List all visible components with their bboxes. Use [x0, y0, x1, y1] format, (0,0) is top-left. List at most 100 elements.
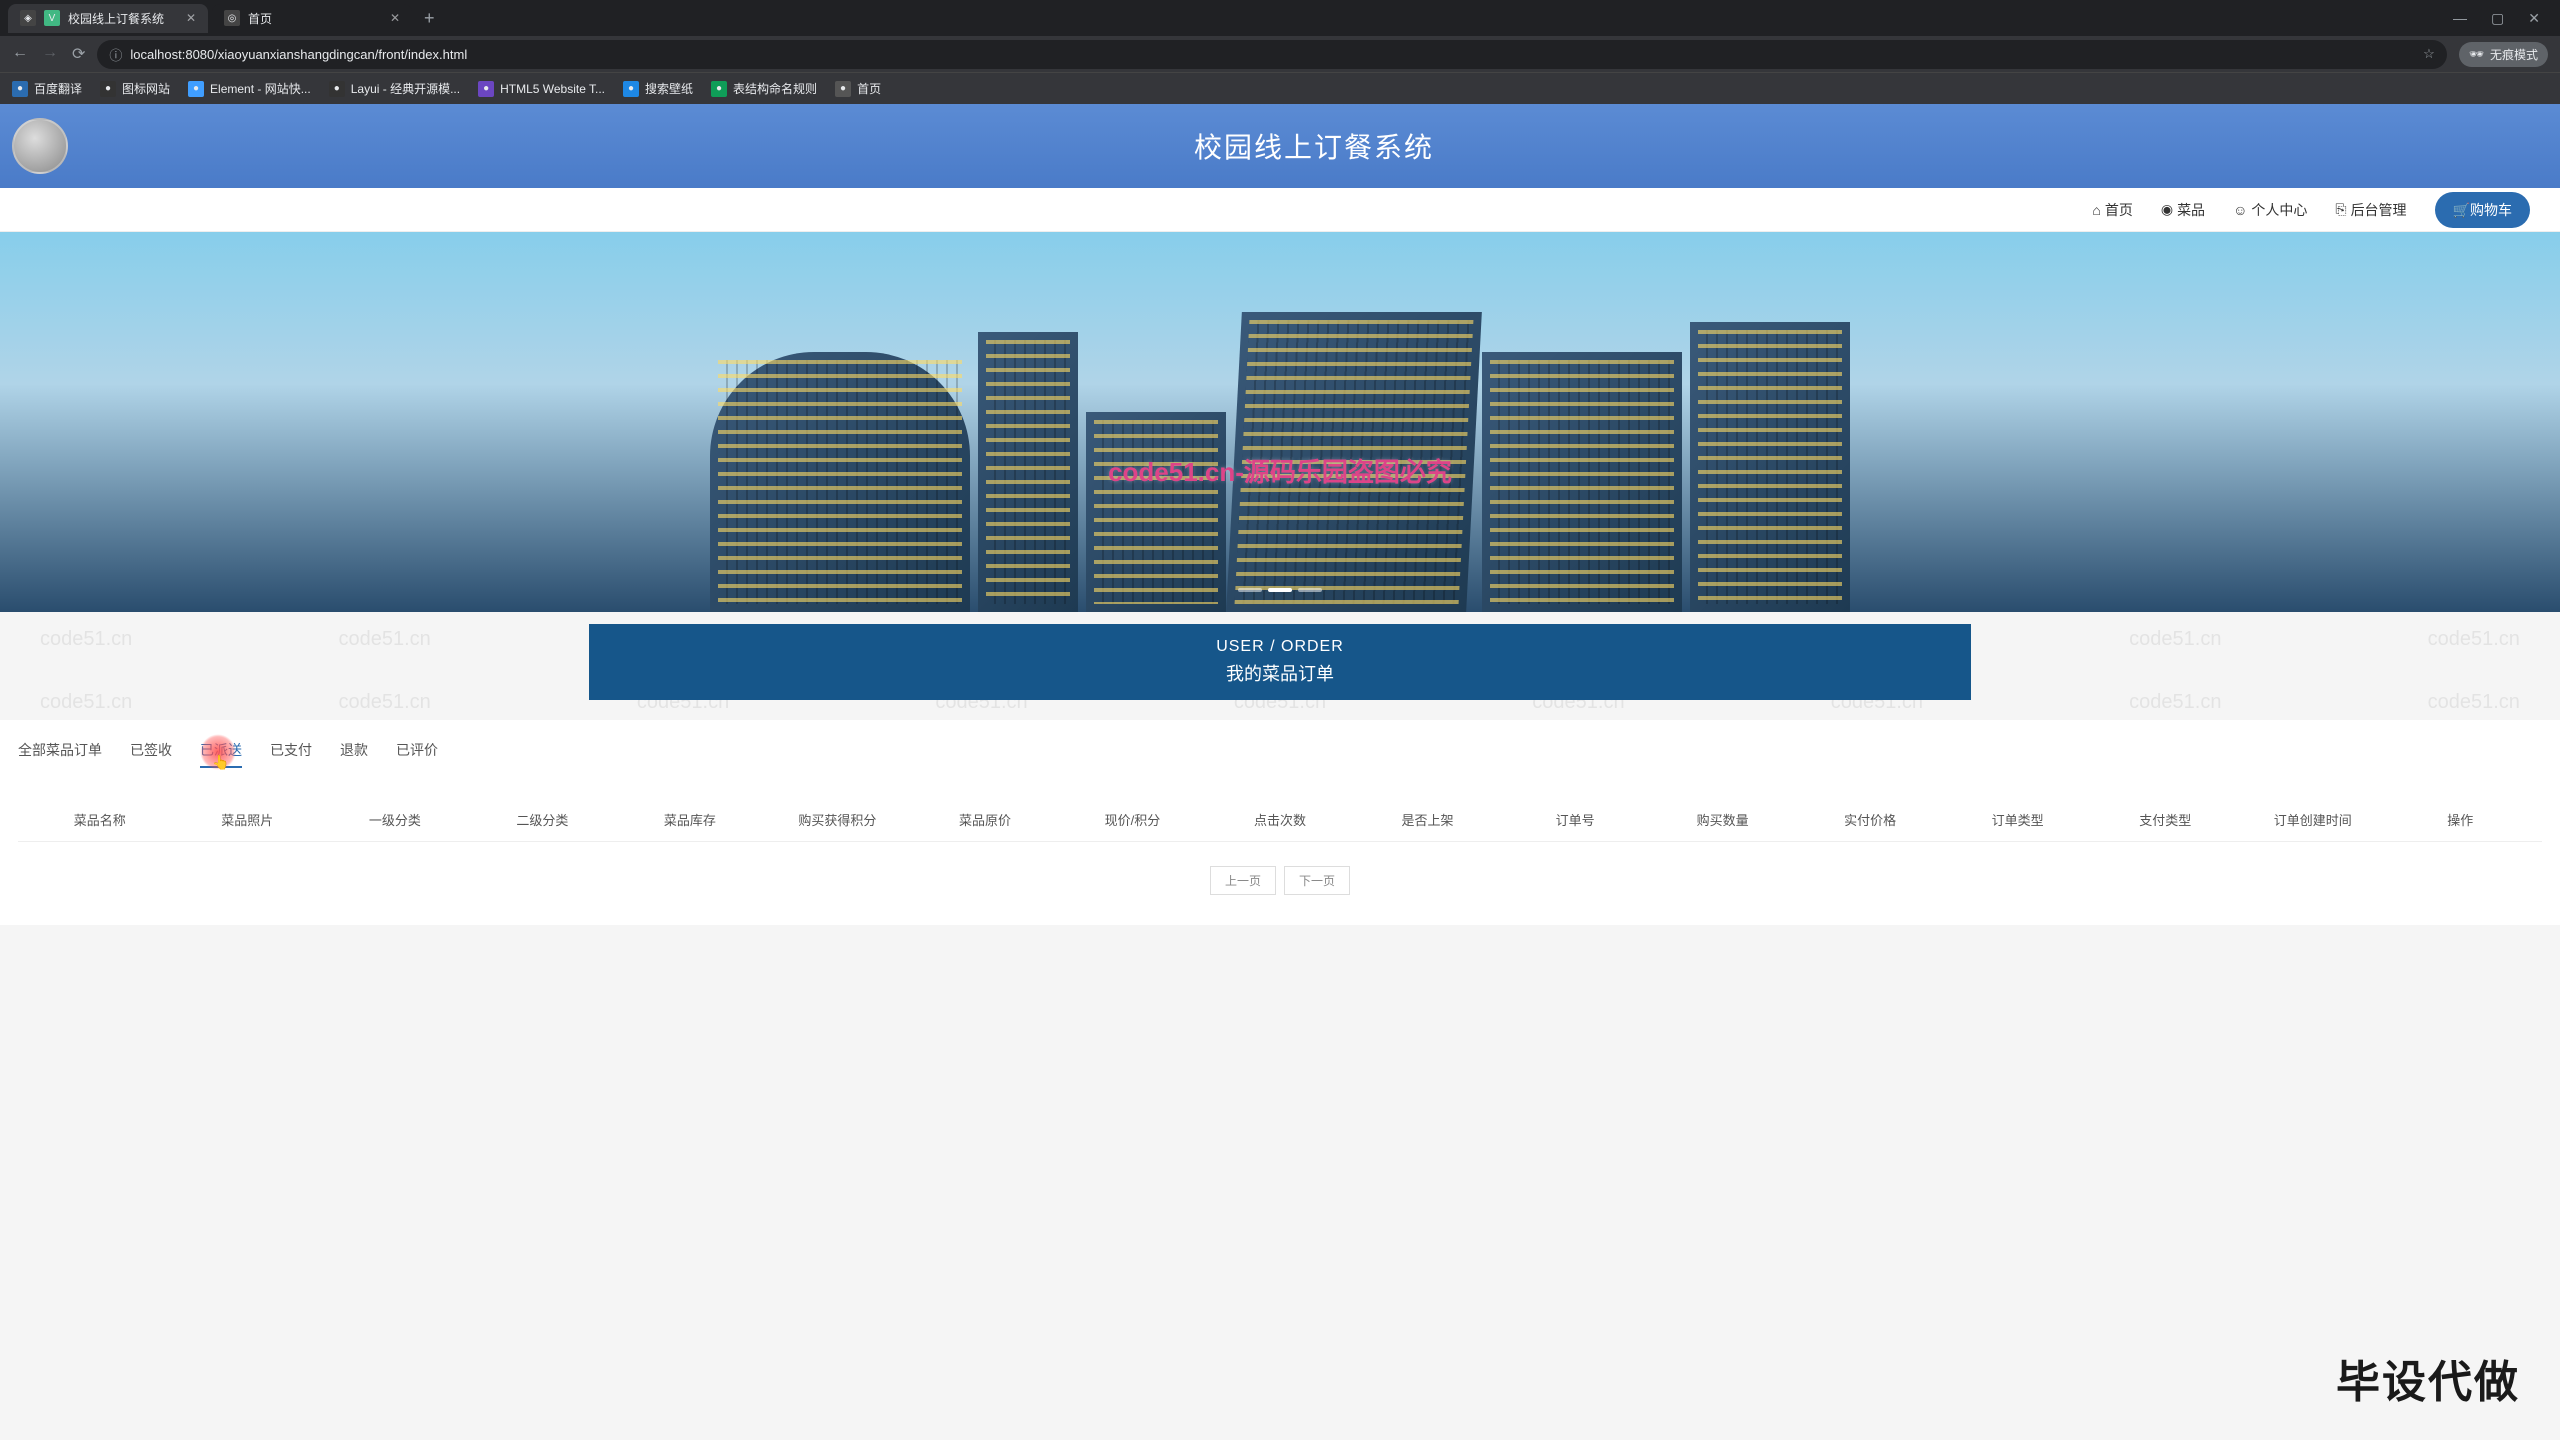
section-title-en: USER / ORDER [603, 638, 1957, 656]
nav-link[interactable]: ⌂ 首页 [2092, 200, 2132, 220]
browser-tab-active[interactable]: ◈ V 校园线上订餐系统 ✕ [8, 4, 208, 33]
bookmark-label: 搜索壁纸 [645, 80, 693, 97]
nav-link-icon: ⌂ [2092, 202, 2100, 218]
tab-bar: ◈ V 校园线上订餐系统 ✕ ◎ 首页 ✕ + ― ▢ ✕ [0, 0, 2560, 36]
carousel-dots [1238, 588, 1322, 592]
bookmark-label: HTML5 Website T... [500, 82, 605, 96]
corner-watermark: 毕设代做 [2336, 1346, 2520, 1410]
filter-tabs: 全部菜品订单已签收已派送已支付退款已评价 [18, 740, 2542, 768]
nav-link-icon: ☺ [2233, 202, 2247, 218]
section-title-cn: 我的菜品订单 [603, 660, 1957, 686]
next-page-button[interactable]: 下一页 [1284, 866, 1350, 895]
bookmark-favicon-icon: ● [478, 81, 494, 97]
table-header-cell: 一级分类 [321, 810, 469, 829]
close-icon[interactable]: ✕ [390, 11, 400, 25]
cart-button[interactable]: 🛒购物车 [2435, 192, 2530, 228]
bookmark-label: Layui - 经典开源模... [351, 80, 460, 97]
filter-tab[interactable]: 已签收 [130, 740, 172, 768]
table-header-cell: 订单号 [1501, 810, 1649, 829]
reload-icon[interactable]: ⟳ [72, 44, 85, 64]
tab-title: 首页 [248, 10, 272, 27]
close-icon[interactable]: ✕ [186, 11, 196, 25]
nav-link-label: 首页 [2105, 200, 2133, 220]
bookmark-item[interactable]: ●百度翻译 [12, 80, 82, 97]
nav-link-label: 后台管理 [2351, 200, 2407, 220]
carousel-dot[interactable] [1298, 588, 1322, 592]
nav-link[interactable]: ◉菜品 [2161, 200, 2205, 220]
close-window-icon[interactable]: ✕ [2528, 10, 2540, 27]
bookmark-label: 图标网站 [122, 80, 170, 97]
table-header-cell: 订单创建时间 [2239, 810, 2387, 829]
bookmark-item[interactable]: ●Element - 网站快... [188, 80, 311, 97]
tab-title: 校园线上订餐系统 [68, 10, 164, 27]
bookmark-label: 首页 [857, 80, 881, 97]
nav-icons: ← → ⟳ [12, 44, 85, 64]
hero-banner: code51.cn-源码乐园盗图必究 [0, 232, 2560, 612]
table-header-cell: 购买数量 [1649, 810, 1797, 829]
bookmark-favicon-icon: ● [188, 81, 204, 97]
incognito-badge[interactable]: 🕶 无痕模式 [2459, 42, 2548, 67]
nav-link[interactable]: ⎘ 后台管理 [2335, 200, 2406, 220]
filter-tab[interactable]: 已派送 [200, 740, 242, 768]
maximize-icon[interactable]: ▢ [2491, 10, 2504, 27]
bookmark-favicon-icon: ● [623, 81, 639, 97]
table-header-cell: 实付价格 [1796, 810, 1944, 829]
forward-icon[interactable]: → [42, 44, 58, 64]
minimize-icon[interactable]: ― [2453, 10, 2467, 27]
bookmark-favicon-icon: ● [711, 81, 727, 97]
hero-watermark-text: code51.cn-源码乐园盗图必究 [1108, 452, 1452, 489]
page-content: code51.cncode51.cncode51.cncode51.cncode… [0, 104, 2560, 925]
new-tab-button[interactable]: + [416, 4, 443, 33]
bookmark-favicon-icon: ● [329, 81, 345, 97]
bookmark-item[interactable]: ● 搜索壁纸 [623, 80, 693, 97]
browser-tab[interactable]: ◎ 首页 ✕ [212, 4, 412, 33]
page-header: 校园线上订餐系统 [0, 104, 2560, 188]
nav-link-label: 个人中心 [2251, 200, 2307, 220]
cart-label: 购物车 [2470, 202, 2512, 218]
incognito-label: 无痕模式 [2490, 46, 2538, 63]
nav-bar: ← → ⟳ ⓘ localhost:8080/xiaoyuanxianshang… [0, 36, 2560, 72]
table-header-cell: 支付类型 [2091, 810, 2239, 829]
section-banner: USER / ORDER 我的菜品订单 [589, 624, 1971, 700]
window-controls: ― ▢ ✕ [2453, 10, 2552, 27]
bookmark-label: 表结构命名规则 [733, 80, 817, 97]
nav-link-label: 菜品 [2177, 200, 2205, 220]
bookmark-favicon-icon: ● [100, 81, 116, 97]
table-header-cell: 点击次数 [1206, 810, 1354, 829]
page-title: 校园线上订餐系统 [68, 126, 2560, 166]
filter-tab[interactable]: 已评价 [396, 740, 438, 768]
table-header-cell: 操作 [2387, 810, 2535, 829]
table-header-cell: 菜品照片 [174, 810, 322, 829]
url-bar[interactable]: ⓘ localhost:8080/xiaoyuanxianshangdingca… [97, 40, 2446, 69]
cart-icon: 🛒 [2453, 202, 2470, 218]
table-header-cell: 菜品原价 [911, 810, 1059, 829]
bookmark-item[interactable]: ● HTML5 Website T... [478, 81, 605, 97]
bookmark-item[interactable]: ● 图标网站 [100, 80, 170, 97]
carousel-dot-active[interactable] [1268, 588, 1292, 592]
prev-page-button[interactable]: 上一页 [1210, 866, 1276, 895]
bookmark-item[interactable]: ●首页 [835, 80, 881, 97]
bookmark-item[interactable]: ● 表结构命名规则 [711, 80, 817, 97]
browser-chrome: ◈ V 校园线上订餐系统 ✕ ◎ 首页 ✕ + ― ▢ ✕ ← → ⟳ ⓘ lo… [0, 0, 2560, 104]
filter-tab[interactable]: 已支付 [270, 740, 312, 768]
site-info-icon[interactable]: ⓘ [109, 45, 122, 64]
avatar[interactable] [12, 118, 68, 174]
table-header-cell: 菜品名称 [26, 810, 174, 829]
bookmark-star-icon[interactable]: ☆ [2423, 46, 2435, 62]
back-icon[interactable]: ← [12, 44, 28, 64]
tab-favicon-icon: V [44, 10, 60, 26]
filter-tab[interactable]: 退款 [340, 740, 368, 768]
order-section: 👆 全部菜品订单已签收已派送已支付退款已评价 菜品名称菜品照片一级分类二级分类菜… [0, 720, 2560, 925]
url-text: localhost:8080/xiaoyuanxianshangdingcan/… [130, 47, 467, 62]
carousel-dot[interactable] [1238, 588, 1262, 592]
nav-link-icon: ⎘ [2335, 201, 2346, 218]
nav-link[interactable]: ☺个人中心 [2233, 200, 2307, 220]
table-header-cell: 菜品库存 [616, 810, 764, 829]
bookmark-item[interactable]: ● Layui - 经典开源模... [329, 80, 460, 97]
table-header-cell: 现价/积分 [1059, 810, 1207, 829]
table-header-cell: 二级分类 [469, 810, 617, 829]
pagination: 上一页 下一页 [18, 866, 2542, 895]
filter-tab[interactable]: 全部菜品订单 [18, 740, 102, 768]
bookmarks-bar: ●百度翻译●图标网站●Element - 网站快...●Layui - 经典开源… [0, 72, 2560, 104]
nav-link-icon: ◉ [2161, 201, 2173, 218]
